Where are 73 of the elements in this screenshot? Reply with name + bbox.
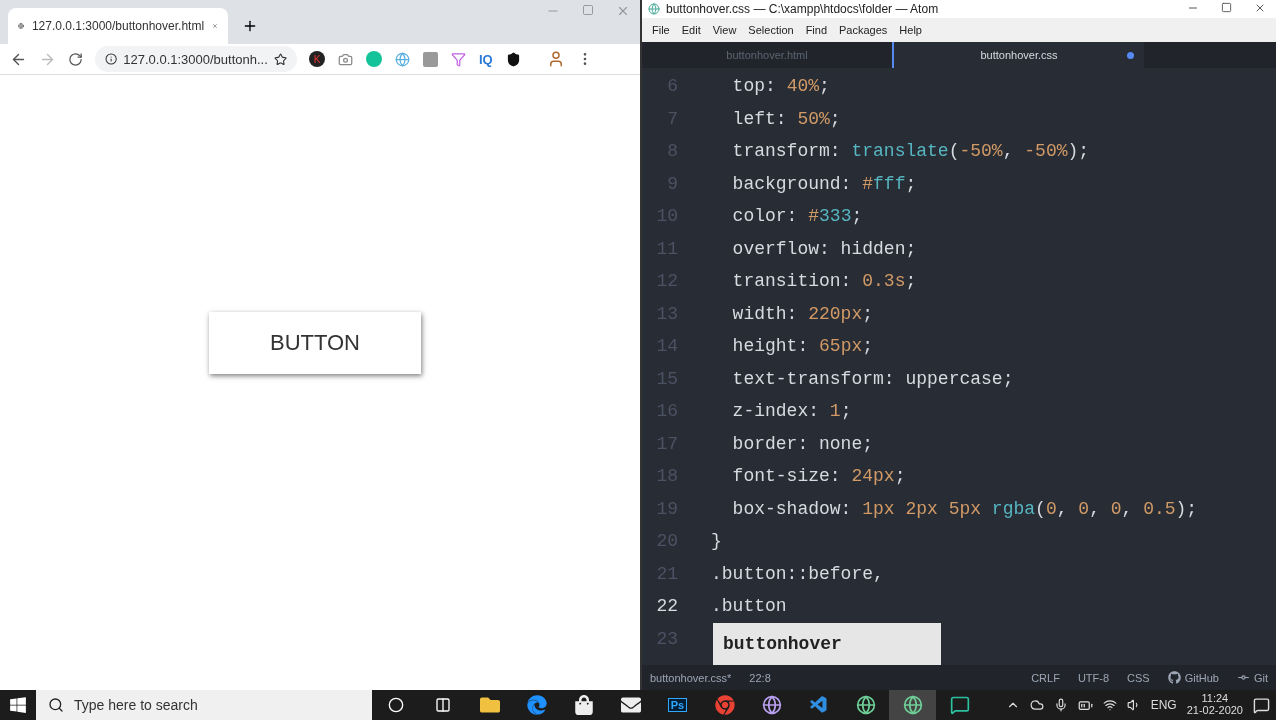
window-title: buttonhover.css — C:\xampp\htdocs\folder — Atom bbox=[666, 2, 939, 16]
menu-item[interactable]: Selection bbox=[744, 22, 798, 38]
line-number: 22 bbox=[655, 596, 678, 617]
code-line: left: 50%; bbox=[731, 108, 841, 129]
code-line: color: #333; bbox=[731, 206, 863, 227]
status-item: GitHub bbox=[1184, 671, 1219, 684]
folder-icon bbox=[479, 695, 500, 715]
address-bar[interactable]: 127.0.0.1:3000/buttonh... bbox=[95, 46, 297, 72]
code-line: border: none; bbox=[731, 433, 874, 454]
chrome-icon bbox=[714, 695, 735, 715]
status-item: 22:8 bbox=[749, 671, 771, 684]
code-line: width: 220px; bbox=[731, 303, 874, 324]
status-item: CSS bbox=[1127, 671, 1150, 684]
shield-icon[interactable] bbox=[505, 51, 521, 67]
info-icon bbox=[105, 52, 118, 66]
browser-tab[interactable]: 127.0.0.1:3000/buttonhover.html bbox=[8, 8, 228, 44]
maximize-icon[interactable] bbox=[1221, 2, 1232, 13]
new-tab-icon[interactable] bbox=[242, 18, 258, 34]
photoshop-icon: Ps bbox=[667, 698, 688, 712]
status-item: buttonhover.css* bbox=[650, 671, 732, 684]
star-icon[interactable] bbox=[273, 51, 287, 67]
mic-icon[interactable] bbox=[1053, 698, 1068, 712]
page-button[interactable]: BUTTON bbox=[209, 311, 421, 374]
status-item: UTF-8 bbox=[1077, 671, 1110, 684]
code-line: top: 40%; bbox=[731, 76, 830, 97]
editor-tab[interactable]: buttonhover.css bbox=[892, 42, 1144, 68]
cortana-icon bbox=[387, 697, 404, 713]
status-item: CRLF bbox=[1031, 671, 1060, 684]
code-line: overflow: hidden; bbox=[731, 238, 917, 259]
camera-icon[interactable] bbox=[338, 51, 353, 67]
search-field[interactable]: Type here to search bbox=[36, 690, 372, 720]
menu-item[interactable]: Edit bbox=[677, 22, 705, 38]
reload-icon[interactable] bbox=[68, 51, 83, 67]
menu-item[interactable]: File bbox=[648, 22, 674, 38]
wifi-icon[interactable] bbox=[1102, 698, 1117, 712]
menu-item[interactable]: Help bbox=[895, 22, 926, 38]
extension-icon[interactable]: K bbox=[309, 51, 325, 67]
store-icon bbox=[573, 695, 594, 715]
code-line: background: #fff; bbox=[731, 173, 917, 194]
start-icon[interactable] bbox=[9, 696, 27, 714]
code-line: z-index: 1; bbox=[731, 401, 852, 422]
code-line: font-size: 24px; bbox=[731, 466, 906, 487]
code-line: text-transform: uppercase; bbox=[731, 368, 1014, 389]
close-icon[interactable] bbox=[1254, 2, 1266, 14]
edge-icon bbox=[526, 695, 547, 715]
autocomplete-suggestion[interactable]: buttonhover bbox=[713, 623, 941, 665]
extension-icon[interactable]: IQ bbox=[479, 51, 493, 67]
menu-item[interactable]: View bbox=[708, 22, 741, 38]
menu-item[interactable]: Find bbox=[801, 22, 832, 38]
clock-date: 21-02-2020 bbox=[1186, 704, 1243, 716]
funnel-icon[interactable] bbox=[451, 51, 466, 67]
search-icon bbox=[48, 697, 64, 713]
code-line: } bbox=[711, 531, 722, 552]
mail-icon bbox=[620, 695, 641, 715]
vscode-icon bbox=[808, 695, 829, 715]
extension-icon[interactable] bbox=[423, 51, 438, 67]
cloud-icon[interactable] bbox=[1029, 698, 1044, 712]
task-view-icon bbox=[434, 697, 451, 713]
menu-item[interactable]: Packages bbox=[835, 22, 892, 38]
globe-icon bbox=[761, 695, 782, 715]
code-line: transform: translate(-50%, -50%); bbox=[731, 141, 1090, 162]
code-line: height: 65px; bbox=[731, 336, 874, 357]
language-indicator: ENG bbox=[1150, 698, 1177, 712]
code-line: transition: 0.3s; bbox=[731, 271, 917, 292]
github-icon bbox=[1167, 671, 1181, 684]
clock-time: 11:24 bbox=[1201, 692, 1229, 704]
code-line: .button bbox=[711, 596, 787, 617]
chat-icon bbox=[949, 695, 970, 715]
notification-icon[interactable] bbox=[1253, 696, 1270, 714]
taskbar-app[interactable]: Ps bbox=[654, 690, 701, 720]
code-line: box-shadow: 1px 2px 5px rgba(0, 0, 0, 0.5); bbox=[731, 498, 1198, 519]
code-line: .button::before, bbox=[711, 563, 884, 584]
status-item: Git bbox=[1253, 671, 1268, 684]
